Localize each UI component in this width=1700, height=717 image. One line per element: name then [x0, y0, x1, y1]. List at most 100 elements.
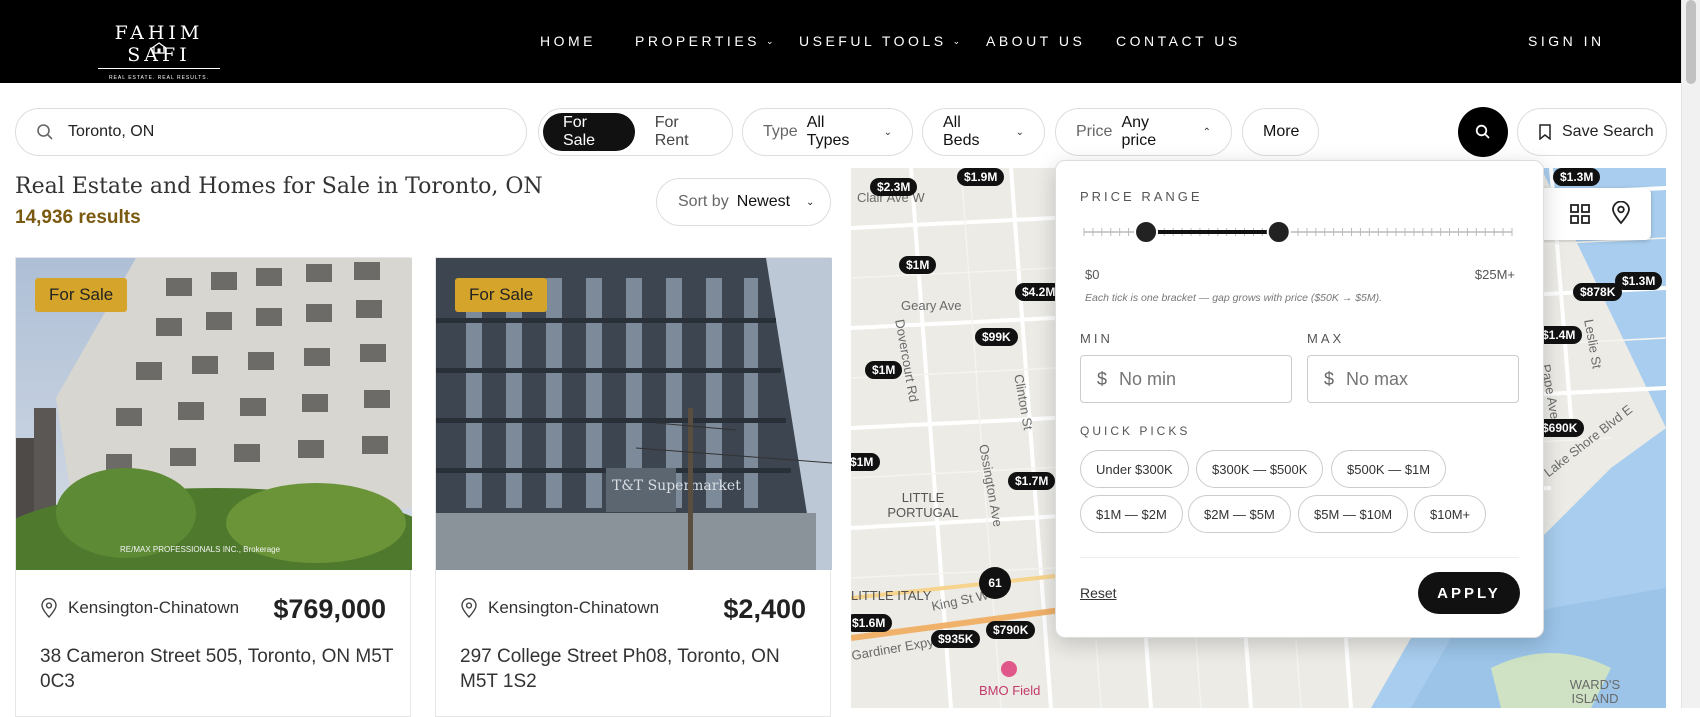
for-sale-toggle[interactable]: For Sale — [543, 113, 635, 151]
map-price-marker[interactable]: $1.7M — [1008, 472, 1056, 490]
map-price-marker[interactable]: $2.3M — [870, 178, 918, 196]
page-title: Real Estate and Homes for Sale in Toront… — [15, 174, 543, 199]
nav-useful-tools[interactable]: USEFUL TOOLS ⌄ — [799, 33, 960, 49]
map-price-marker[interactable]: $935K — [931, 630, 981, 648]
range-min-label: $0 — [1085, 267, 1100, 282]
price-range-slider[interactable] — [1078, 217, 1518, 247]
chevron-down-icon: ⌄ — [883, 126, 892, 138]
map-price-marker[interactable]: $1.9M — [957, 168, 1005, 186]
location-search[interactable] — [15, 108, 527, 156]
divider — [1080, 557, 1519, 558]
map-price-marker[interactable]: $790K — [986, 621, 1036, 639]
search-icon — [1475, 124, 1490, 139]
photo-watermark: T&T Supermarket — [612, 478, 741, 494]
map-price-marker[interactable]: $1M — [899, 256, 937, 274]
beds-dropdown[interactable]: All Beds ⌄ — [922, 108, 1045, 156]
top-nav: FAHIM SAFI REAL ESTATE. REAL RESULTS. HO… — [0, 0, 1681, 83]
results-count: 14,936 results — [15, 207, 141, 228]
listing-photo[interactable]: T&T Supermarket For Sale — [436, 258, 832, 570]
quick-pick-chip[interactable]: $1M — $2M — [1080, 495, 1183, 533]
quick-picks-label: QUICK PICKS — [1080, 424, 1191, 438]
listing-price: $769,000 — [273, 594, 386, 624]
price-range-title: PRICE RANGE — [1080, 189, 1203, 204]
price-label: Price — [1076, 123, 1113, 140]
quick-pick-chip[interactable]: $500K — $1M — [1331, 450, 1447, 488]
type-dropdown[interactable]: Type All Types ⌄ — [742, 108, 913, 156]
quick-pick-chip[interactable]: $10M+ — [1414, 495, 1487, 533]
max-price-field[interactable]: $ — [1307, 355, 1519, 403]
quick-pick-chip[interactable]: $2M — $5M — [1188, 495, 1291, 533]
map-price-marker[interactable]: $1M — [865, 361, 903, 379]
house-icon — [151, 42, 167, 54]
page-scrollbar[interactable] — [1681, 0, 1700, 708]
photo-watermark: RE/MAX PROFESSIONALS INC., Brokerage — [120, 545, 281, 554]
map-price-marker[interactable]: $1.6M — [851, 614, 893, 632]
map-price-marker[interactable]: $1M — [851, 453, 881, 471]
reset-button[interactable]: Reset — [1080, 585, 1117, 601]
sign-in-link[interactable]: SIGN IN — [1528, 33, 1605, 49]
nav-home[interactable]: HOME — [540, 33, 596, 49]
price-value: Any price — [1121, 114, 1157, 149]
slider-max-handle[interactable] — [1266, 220, 1291, 244]
location-pin-icon — [41, 598, 57, 618]
min-price-input[interactable] — [1119, 368, 1270, 390]
search-icon — [37, 124, 53, 140]
max-price-input[interactable] — [1346, 368, 1497, 390]
max-label: MAX — [1307, 331, 1345, 346]
status-badge: For Sale — [35, 278, 128, 312]
listing-address[interactable]: 38 Cameron Street 505, Toronto, ON M5T 0… — [40, 644, 400, 694]
chevron-down-icon: ⌄ — [766, 35, 774, 46]
map-cluster-marker[interactable]: 61 — [979, 567, 1011, 599]
chevron-down-icon: ⌄ — [952, 35, 961, 46]
grid-view-icon[interactable] — [1569, 203, 1591, 225]
map-label: LITTLE PORTUGAL — [887, 490, 959, 520]
dollar-icon: $ — [1097, 368, 1108, 389]
type-label: Type — [763, 123, 798, 140]
map-pin-icon[interactable] — [1611, 201, 1631, 225]
slider-min-handle[interactable] — [1134, 220, 1159, 244]
dollar-icon: $ — [1324, 368, 1335, 389]
listing-photo[interactable]: RE/MAX PROFESSIONALS INC., Brokerage For… — [16, 258, 412, 570]
beds-value: All Beds — [943, 114, 980, 149]
map-price-marker[interactable]: $99K — [975, 328, 1018, 346]
apply-button[interactable]: APPLY — [1418, 572, 1520, 614]
map-price-marker[interactable]: $1.3M — [1615, 272, 1663, 290]
listing-price: $2,400 — [723, 594, 806, 624]
save-search-button[interactable]: Save Search — [1517, 108, 1667, 156]
quick-pick-chip[interactable]: $300K — $500K — [1196, 450, 1324, 488]
listing-card[interactable]: RE/MAX PROFESSIONALS INC., Brokerage For… — [15, 257, 412, 717]
listing-mode-toggle: For Sale For Rent — [538, 108, 733, 156]
nav-about-us[interactable]: ABOUT US — [986, 33, 1085, 49]
sort-label: Sort by — [678, 193, 729, 210]
for-rent-toggle[interactable]: For Rent — [635, 113, 728, 151]
nav-properties[interactable]: PROPERTIES ⌄ — [635, 33, 774, 49]
sort-dropdown[interactable]: Sort by Newest ⌄ — [656, 178, 831, 226]
min-label: MIN — [1080, 331, 1113, 346]
nav-contact-us[interactable]: CONTACT US — [1116, 33, 1241, 49]
brand-tagline: REAL ESTATE. REAL RESULTS. — [108, 75, 210, 81]
location-input[interactable] — [68, 123, 468, 141]
map-price-marker[interactable]: $1.3M — [1553, 168, 1601, 186]
listing-neighbourhood: Kensington-Chinatown — [460, 598, 659, 618]
listing-neighbourhood: Kensington-Chinatown — [40, 598, 239, 618]
price-dropdown[interactable]: Price Any price ⌃ — [1055, 108, 1232, 156]
search-button[interactable] — [1458, 107, 1508, 157]
location-pin-icon — [461, 598, 477, 618]
map-label: BMO Field — [979, 683, 1041, 698]
bookmark-icon — [1539, 124, 1551, 140]
map-label: LITTLE ITALY — [851, 588, 932, 603]
more-filters-button[interactable]: More — [1242, 108, 1319, 156]
type-value: All Types — [806, 114, 850, 149]
status-badge: For Sale — [455, 278, 548, 312]
quick-pick-chip[interactable]: Under $300K — [1080, 450, 1189, 488]
listing-address[interactable]: 297 College Street Ph08, Toronto, ON M5T… — [460, 644, 820, 694]
slider-hint: Each tick is one bracket — gap grows wit… — [1085, 292, 1383, 304]
chevron-down-icon: ⌄ — [806, 196, 815, 208]
min-price-field[interactable]: $ — [1080, 355, 1292, 403]
quick-pick-chip[interactable]: $5M — $10M — [1298, 495, 1409, 533]
listing-card[interactable]: T&T Supermarket For Sale Kensington-Chin… — [435, 257, 832, 717]
map-price-marker[interactable]: $878K — [1573, 283, 1623, 301]
range-max-label: $25M+ — [1474, 267, 1515, 282]
brand-logo[interactable]: FAHIM SAFI REAL ESTATE. REAL RESULTS. — [88, 22, 230, 81]
map-label: WARD'S ISLAND — [1569, 677, 1621, 706]
